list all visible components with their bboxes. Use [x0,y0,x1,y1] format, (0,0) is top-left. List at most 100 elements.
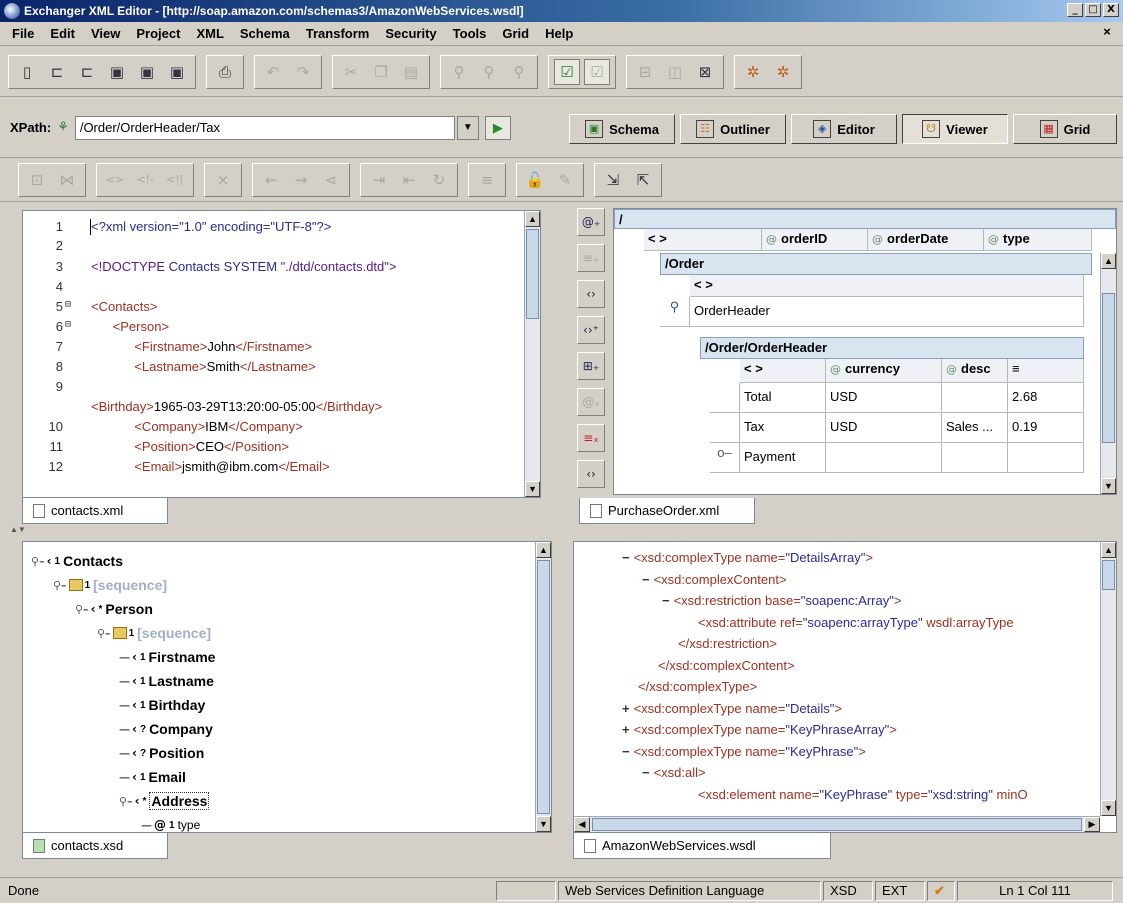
grid-col-desc[interactable]: @ desc [942,359,1008,383]
viewer-view-button[interactable]: ☋ Viewer [902,114,1008,144]
expand-icon[interactable]: + [622,701,630,716]
goto-end-tag-icon[interactable]: ⇤ [396,167,422,193]
add-text-icon[interactable]: ≡₊ [577,244,605,272]
grid-cell[interactable] [826,443,942,473]
menu-view[interactable]: View [83,26,128,41]
grid-cell[interactable]: USD [826,413,942,443]
lock-icon[interactable]: 🔓 [522,167,548,193]
grid-col-currency[interactable]: @ currency [826,359,942,383]
tab-contacts-xml[interactable]: contacts.xml [22,498,168,524]
outliner-view-button[interactable]: ☷ Outliner [680,114,786,144]
grid-area[interactable]: / < > @ orderID @ orderDate @ type /Order <… [613,208,1117,495]
collapse-icon[interactable]: − [642,765,650,780]
replace-icon[interactable]: ⚲ [506,59,532,85]
scroll-down-icon[interactable]: ▼ [1101,800,1116,816]
scroll-up-icon[interactable]: ▲ [1101,542,1116,558]
scroll-thumb[interactable] [1102,293,1115,443]
copy-icon[interactable]: ❐ [368,59,394,85]
menu-security[interactable]: Security [377,26,444,41]
menu-edit[interactable]: Edit [42,26,83,41]
format-icon[interactable]: ⊟ [632,59,658,85]
grid-view-button[interactable]: ▦ Grid [1013,114,1117,144]
collapse-all-icon[interactable]: ⊡ [24,167,50,193]
tree-vertical-scrollbar[interactable]: ▲ ▼ [535,542,551,832]
execute-scenario-icon[interactable]: ✲ [740,59,766,85]
insert-cdata-icon[interactable]: <![ [162,167,188,193]
grid-col-orderid[interactable]: @ orderID [762,229,868,251]
delete-element-icon[interactable]: ‹› [577,460,605,488]
tree-node[interactable]: ⚲– ‹ * Person [75,598,153,620]
delete-attribute-icon[interactable]: @ₓ [577,388,605,416]
schema-tree-area[interactable]: ⚲– ‹ 1 Contacts ⚲– 1 [sequence] ⚲– ‹ * Person ⚲–… [22,541,552,833]
tree-node[interactable]: ⚲– ‹ * Address [119,790,210,812]
collapse-icon[interactable]: − [662,593,670,608]
find-next-icon[interactable]: ⚲ [476,59,502,85]
expand-all-icon[interactable]: ⋈ [54,167,80,193]
maximize-button[interactable]: □ [1085,3,1101,17]
save-icon[interactable]: ▣ [104,59,130,85]
menu-transform[interactable]: Transform [298,26,378,41]
grid-cell[interactable] [942,383,1008,413]
tree-node[interactable]: — @1 type [141,814,200,832]
grid-order-row[interactable]: OrderHeader [690,297,1084,327]
goto-start-tag-icon[interactable]: ⇥ [366,167,392,193]
delete-text-icon[interactable]: ≡ₓ [577,424,605,452]
grid-cell[interactable]: Total [740,383,826,413]
tab-amazonwebservices-wsdl[interactable]: AmazonWebServices.wsdl [573,833,831,859]
grid-cell[interactable]: 2.68 [1008,383,1084,413]
menu-tools[interactable]: Tools [445,26,495,41]
grid-cell[interactable]: Sales ... [942,413,1008,443]
save-as-icon[interactable]: ▣ [134,59,160,85]
menu-grid[interactable]: Grid [494,26,537,41]
scroll-thumb[interactable] [526,229,539,319]
xpath-dropdown-icon[interactable]: ▼ [456,115,479,140]
grid-col-orderdate[interactable]: @ orderDate [868,229,984,251]
scroll-down-icon[interactable]: ▼ [536,816,551,832]
scroll-thumb[interactable] [537,560,550,814]
unindent-icon[interactable]: ⇱ [630,167,656,193]
scroll-thumb[interactable] [1102,560,1115,590]
editor-view-button[interactable]: ◈ Editor [791,114,897,144]
insert-comment-icon[interactable]: <!- [132,167,158,193]
menu-schema[interactable]: Schema [232,26,298,41]
editor-vertical-scrollbar[interactable]: ▲ ▼ [524,211,540,497]
redo-icon[interactable]: ↷ [290,59,316,85]
tree-node[interactable]: ⚲– 1 [sequence] [53,574,167,596]
tab-purchaseorder-xml[interactable]: PurchaseOrder.xml [579,498,755,524]
wsdl-horizontal-scrollbar[interactable]: ◀ ▶ [574,816,1100,832]
fold-toggle-icon[interactable]: ⊟ [65,319,71,330]
schema-view-button[interactable]: ▣ Schema [569,114,675,144]
save-all-icon[interactable]: ▣ [164,59,190,85]
tree-node[interactable]: — ‹ 1 Email [119,766,186,788]
open-remote-icon[interactable]: ⊏ [74,59,100,85]
scroll-right-icon[interactable]: ▶ [1084,817,1100,832]
move-right-icon[interactable]: ⇝ [288,167,314,193]
tree-node[interactable]: ⚲– ‹ 1 Contacts [31,550,123,572]
scroll-left-icon[interactable]: ◀ [574,817,590,832]
open-folder-icon[interactable]: ⊏ [44,59,70,85]
grid-cell[interactable] [1008,443,1084,473]
menu-help[interactable]: Help [537,26,581,41]
grid-col-text[interactable]: ≡ [1008,359,1084,383]
expand-icon[interactable]: + [622,722,630,737]
collapse-icon[interactable]: − [622,550,630,565]
add-child-icon[interactable]: ‹› [577,280,605,308]
select-element-icon[interactable]: ⋖ [318,167,344,193]
tree-node[interactable]: — ‹ 1 Birthday [119,694,205,716]
scroll-down-icon[interactable]: ▼ [525,481,540,497]
menu-project[interactable]: Project [128,26,188,41]
close-view-icon[interactable]: ⊠ [692,59,718,85]
grid-cell[interactable]: USD [826,383,942,413]
goto-parent-icon[interactable]: ↻ [426,167,452,193]
minimize-button[interactable]: _ [1067,3,1083,17]
print-icon[interactable]: ⎙ [212,59,238,85]
xpath-execute-icon[interactable]: ▶ [484,115,511,140]
add-table-icon[interactable]: ⊞₊ [577,352,605,380]
collapse-icon[interactable]: − [642,572,650,587]
grid-cell[interactable]: 0.19 [1008,413,1084,443]
grid-cell[interactable]: Payment [740,443,826,473]
tab-contacts-xsd[interactable]: contacts.xsd [22,833,168,859]
grid-cell[interactable] [942,443,1008,473]
menu-file[interactable]: File [4,26,42,41]
wsdl-vertical-scrollbar[interactable]: ▲ ▼ [1100,542,1116,816]
